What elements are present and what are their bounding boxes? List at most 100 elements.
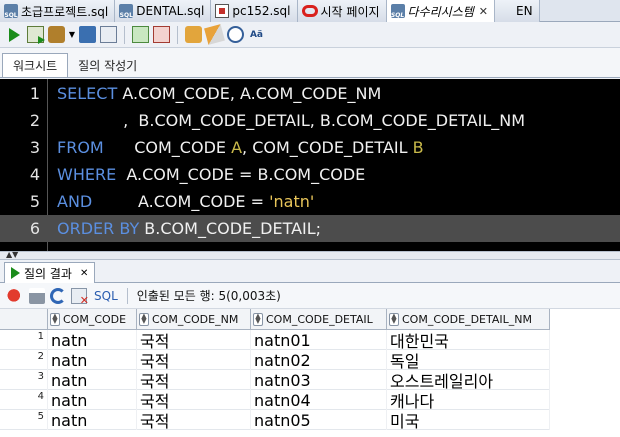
cancel-query-icon[interactable] (71, 287, 89, 307)
run-script-button[interactable] (27, 26, 45, 44)
toolbar-divider (126, 287, 128, 304)
table-row[interactable]: 3 natn 국적 natn03 오스트레일리아 (0, 370, 550, 390)
run-statement-button[interactable] (6, 26, 23, 43)
tab-file-6[interactable]: EN (495, 0, 540, 327)
chevron-down-icon[interactable]: ▼ (69, 26, 75, 43)
column-header[interactable]: ▲ ▼ COM_CODE_NM (137, 309, 251, 330)
line-number: 4 (29, 165, 40, 184)
sql-history-button[interactable] (227, 26, 244, 43)
table-cell[interactable]: 국적 (137, 350, 251, 370)
code-line[interactable]: 1 SELECT A.COM_CODE, A.COM_CODE_NM (0, 80, 620, 107)
table-cell[interactable]: 캐나다 (387, 390, 550, 410)
rollback-button[interactable] (153, 26, 170, 43)
tab-file-1[interactable]: 초급프로젝트.sql (0, 0, 116, 22)
sort-icon[interactable]: ▲ ▼ (253, 313, 263, 326)
row-number: 3 (0, 370, 48, 390)
column-header[interactable]: ▲ ▼ COM_CODE_DETAIL (251, 309, 387, 330)
code-text: AND A.COM_CODE = 'natn' (57, 192, 315, 211)
sql-editor[interactable]: 1 SELECT A.COM_CODE, A.COM_CODE_NM 2 , B… (0, 79, 620, 251)
result-tab-label: 질의 결과 (24, 266, 72, 281)
worksheet-toolbar: ▼ Aä (0, 22, 620, 48)
table-cell[interactable]: natn (48, 350, 137, 370)
row-number: 2 (0, 350, 48, 370)
table-cell[interactable]: natn01 (251, 330, 387, 350)
tab-active-worksheet[interactable]: 다수리시스템 ✕ (386, 0, 495, 22)
code-line-current[interactable]: 6 ORDER BY B.COM_CODE_DETAIL; (0, 215, 620, 242)
print-icon[interactable] (29, 287, 45, 304)
tab-label: 초급프로젝트.sql (21, 4, 109, 19)
table-cell[interactable]: natn (48, 330, 137, 350)
tab-worksheet[interactable]: 워크시트 (2, 53, 69, 77)
editor-tab-bar: 초급프로젝트.sql DENTAL.sql pc152.sql 시작 페이지 다… (0, 0, 620, 327)
table-cell[interactable]: 국적 (137, 410, 251, 430)
commit-button[interactable] (132, 26, 149, 43)
code-line[interactable]: 5 AND A.COM_CODE = 'natn' (0, 188, 620, 215)
table-cell[interactable]: 미국 (387, 410, 550, 430)
sort-icon[interactable]: ▲ ▼ (50, 313, 60, 326)
table-cell[interactable]: 대한민국 (387, 330, 550, 350)
result-grid[interactable]: ▲ ▼ COM_CODE ▲ ▼ COM_CODE_NM ▲ ▼ COM_CODE_DETA… (0, 309, 620, 437)
result-tab-bar: 질의 결과 ✕ (0, 260, 620, 283)
table-cell[interactable]: 국적 (137, 370, 251, 390)
table-icon (215, 4, 230, 18)
explain-plan-button[interactable] (79, 26, 96, 43)
table-row[interactable]: 4 natn 국적 natn04 캐나다 (0, 390, 550, 410)
table-cell[interactable]: 독일 (387, 350, 550, 370)
autotrace-button[interactable] (100, 26, 117, 43)
sql-file-icon (119, 4, 134, 19)
code-text: FROM COM_CODE A, COM_CODE_DETAIL B (57, 138, 424, 157)
toolbar-divider (124, 25, 125, 44)
tab-label: 다수리시스템 (407, 4, 474, 19)
row-number: 5 (0, 410, 48, 430)
table-cell[interactable]: 국적 (137, 330, 251, 350)
tab-file-3[interactable]: pc152.sql (211, 0, 298, 22)
code-line[interactable]: 2 , B.COM_CODE_DETAIL, B.COM_CODE_DETAIL… (0, 107, 620, 134)
database-icon[interactable] (48, 26, 65, 43)
grid-header: ▲ ▼ COM_CODE ▲ ▼ COM_CODE_NM ▲ ▼ COM_CODE_DETA… (0, 309, 550, 330)
panel-splitter[interactable]: ▲▼ (0, 250, 620, 260)
clear-button[interactable] (204, 24, 225, 45)
toolbar-divider (177, 25, 178, 44)
table-cell[interactable]: natn (48, 390, 137, 410)
sort-icon[interactable]: ▲ ▼ (139, 313, 149, 326)
sql-file-icon (390, 4, 405, 19)
sort-icon[interactable]: ▲ ▼ (389, 313, 399, 326)
table-cell[interactable]: natn03 (251, 370, 387, 390)
table-cell[interactable]: natn04 (251, 390, 387, 410)
table-cell[interactable]: natn (48, 370, 137, 390)
tab-query-result[interactable]: 질의 결과 ✕ (4, 262, 96, 283)
code-line[interactable]: 3 FROM COM_CODE A, COM_CODE_DETAIL B (0, 134, 620, 161)
code-line[interactable]: 4 WHERE A.COM_CODE = B.COM_CODE (0, 161, 620, 188)
line-number: 2 (29, 111, 40, 130)
code-text: WHERE A.COM_CODE = B.COM_CODE (57, 165, 366, 184)
tab-label: DENTAL.sql (136, 4, 205, 18)
column-header[interactable]: ▲ ▼ COM_CODE (48, 309, 137, 330)
tab-start-page[interactable]: 시작 페이지 (297, 0, 387, 22)
tab-file-2[interactable]: DENTAL.sql (115, 0, 212, 22)
tab-label: 시작 페이지 (320, 4, 380, 19)
column-header[interactable]: ▲ ▼ COM_CODE_DETAIL_NM (387, 309, 550, 330)
pin-icon[interactable] (5, 284, 27, 307)
collapse-arrows-icon[interactable]: ▲▼ (6, 250, 18, 259)
tab-query-builder[interactable]: 질의 작성기 (68, 53, 147, 77)
oracle-icon (301, 5, 318, 17)
code-text: SELECT A.COM_CODE, A.COM_CODE_NM (57, 84, 382, 103)
change-case-button[interactable]: Aä (248, 26, 265, 43)
sql-button[interactable]: SQL (94, 289, 118, 303)
close-icon[interactable]: ✕ (479, 5, 488, 18)
table-row[interactable]: 1 natn 국적 natn01 대한민국 (0, 330, 550, 350)
table-cell[interactable]: 오스트레일리아 (387, 370, 550, 390)
result-toolbar: SQL 인출된 모든 행: 5(0,003초) (0, 283, 620, 309)
row-number: 1 (0, 330, 48, 350)
close-icon[interactable]: ✕ (80, 268, 88, 279)
table-cell[interactable]: 국적 (137, 390, 251, 410)
table-row[interactable]: 5 natn 국적 natn05 미국 (0, 410, 550, 430)
tab-label: pc152.sql (232, 4, 291, 18)
table-cell[interactable]: natn05 (251, 410, 387, 430)
refresh-icon[interactable] (50, 287, 66, 304)
sql-file-icon (4, 4, 18, 19)
sql-tuning-button[interactable] (185, 26, 202, 43)
table-cell[interactable]: natn (48, 410, 137, 430)
table-cell[interactable]: natn02 (251, 350, 387, 370)
table-row[interactable]: 2 natn 국적 natn02 독일 (0, 350, 550, 370)
